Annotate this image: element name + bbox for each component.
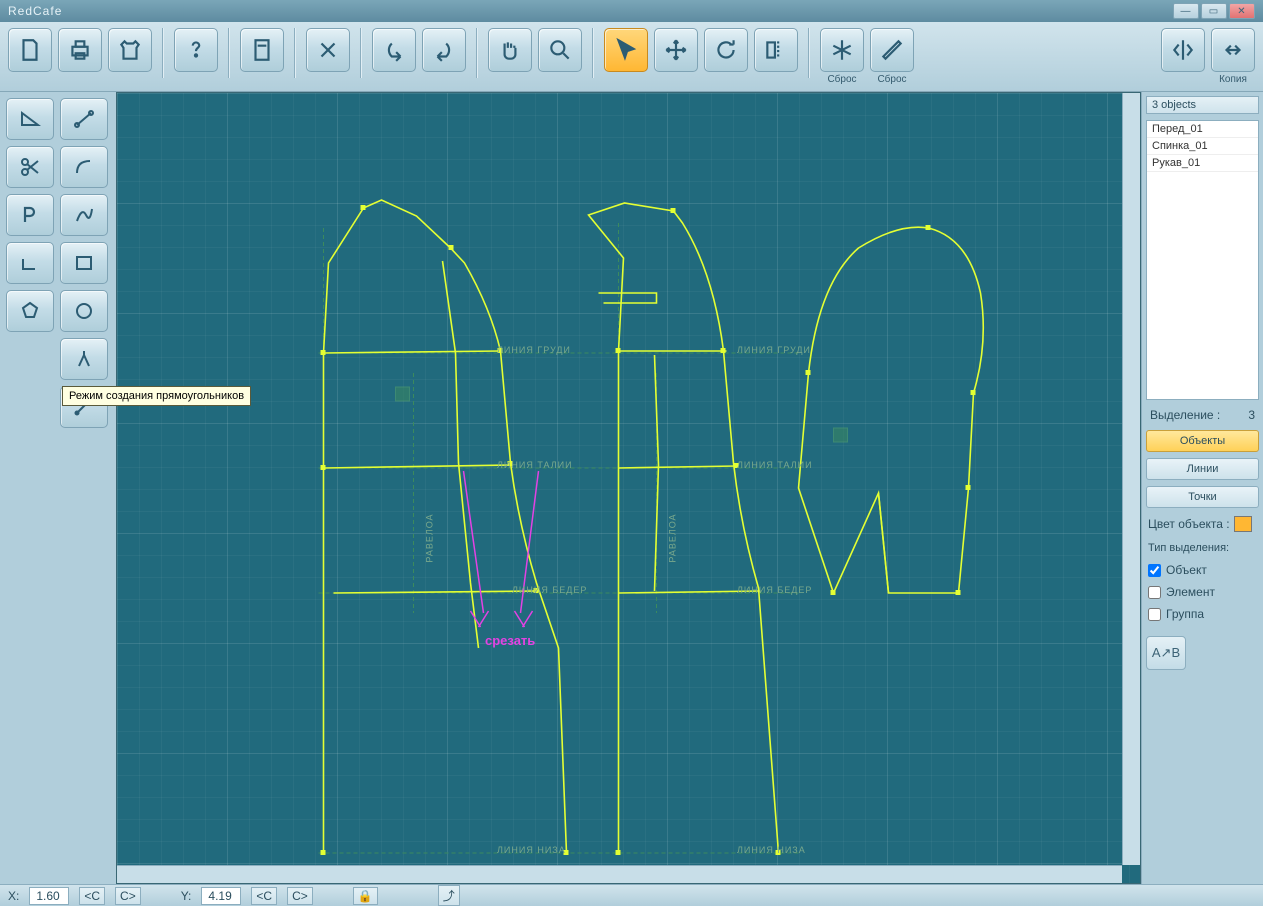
- left-toolbar: [0, 92, 116, 884]
- reset-axes-button[interactable]: [820, 28, 864, 72]
- snap-icon[interactable]: ⤴: [438, 885, 460, 906]
- ab-rename-button[interactable]: A↗B: [1146, 636, 1186, 670]
- color-swatch[interactable]: [1234, 516, 1252, 532]
- chest-label-1: ЛИНИЯ ГРУДИ: [497, 345, 571, 355]
- x-label: X:: [8, 889, 19, 903]
- check-element[interactable]: Элемент: [1146, 584, 1259, 600]
- right-panel: 3 objects Перед_01 Спинка_01 Рукав_01 Вы…: [1141, 92, 1263, 884]
- reset1-label: Сброс: [827, 74, 856, 85]
- selection-label: Выделение :: [1150, 408, 1220, 422]
- undo-button[interactable]: [372, 28, 416, 72]
- compass-tool[interactable]: [60, 338, 108, 380]
- balance-label-1: РАВЕЛОА: [425, 513, 435, 562]
- pan-button[interactable]: [488, 28, 532, 72]
- cut-tool[interactable]: [6, 146, 54, 188]
- canvas[interactable]: ЛИНИЯ ГРУДИ ЛИНИЯ ГРУДИ ЛИНИЯ ТАЛИИ ЛИНИ…: [116, 92, 1141, 884]
- help-button[interactable]: [174, 28, 218, 72]
- split-v-button[interactable]: [1161, 28, 1205, 72]
- list-item[interactable]: Спинка_01: [1147, 138, 1258, 155]
- c-lt-x[interactable]: <C: [79, 887, 105, 905]
- move-button[interactable]: [654, 28, 698, 72]
- delete-button[interactable]: [306, 28, 350, 72]
- angle-tool[interactable]: [6, 98, 54, 140]
- check-group[interactable]: Группа: [1146, 606, 1259, 622]
- chest-label-2: ЛИНИЯ ГРУДИ: [737, 345, 811, 355]
- selection-type-label: Тип выделения:: [1146, 540, 1259, 556]
- bottom-label-2: ЛИНИЯ НИЗА: [737, 845, 806, 855]
- mirror-button[interactable]: [754, 28, 798, 72]
- hip-label-2: ЛИНИЯ БЕДЕР: [737, 585, 812, 595]
- lines-button[interactable]: Линии: [1146, 458, 1259, 480]
- y-value: 4.19: [201, 887, 241, 905]
- redo-button[interactable]: [422, 28, 466, 72]
- spline-tool[interactable]: [60, 194, 108, 236]
- selection-count: 3: [1248, 408, 1255, 422]
- garment-button[interactable]: [108, 28, 152, 72]
- text-p-tool[interactable]: [6, 194, 54, 236]
- rect-tooltip: Режим создания прямоугольников: [62, 386, 251, 406]
- copy-button[interactable]: [1211, 28, 1255, 72]
- scrollbar-horizontal[interactable]: [117, 865, 1122, 883]
- hip-label-1: ЛИНИЯ БЕДЕР: [512, 585, 587, 595]
- objects-count: 3 objects: [1146, 96, 1259, 114]
- scrollbar-vertical[interactable]: [1122, 93, 1140, 865]
- color-label: Цвет объекта :: [1148, 517, 1230, 531]
- minimize-button[interactable]: —: [1173, 3, 1199, 19]
- bottom-label-1: ЛИНИЯ НИЗА: [497, 845, 566, 855]
- object-list[interactable]: Перед_01 Спинка_01 Рукав_01: [1146, 120, 1259, 400]
- select-button[interactable]: [604, 28, 648, 72]
- points-button[interactable]: Точки: [1146, 486, 1259, 508]
- waist-label-1: ЛИНИЯ ТАЛИИ: [497, 460, 573, 470]
- list-item[interactable]: Перед_01: [1147, 121, 1258, 138]
- x-value: 1.60: [29, 887, 69, 905]
- statusbar: X: 1.60 <C C> Y: 4.19 <C C> 🔒 ⤴: [0, 884, 1263, 906]
- cut-annotation: срезать: [485, 633, 535, 648]
- waist-label-2: ЛИНИЯ ТАЛИИ: [737, 460, 813, 470]
- copy-label: Копия: [1219, 74, 1247, 85]
- lock-icon[interactable]: 🔒: [353, 887, 378, 905]
- line-tool[interactable]: [60, 98, 108, 140]
- corner-tool[interactable]: [6, 242, 54, 284]
- reset2-label: Сброс: [877, 74, 906, 85]
- rect-tool[interactable]: [60, 242, 108, 284]
- reset-ruler-button[interactable]: [870, 28, 914, 72]
- close-button[interactable]: ✕: [1229, 3, 1255, 19]
- new-file-button[interactable]: [8, 28, 52, 72]
- calculator-button[interactable]: [240, 28, 284, 72]
- shape-tool[interactable]: [6, 290, 54, 332]
- balance-label-2: РАВЕЛОА: [668, 513, 678, 562]
- c-gt-x[interactable]: C>: [115, 887, 141, 905]
- list-item[interactable]: Рукав_01: [1147, 155, 1258, 172]
- main-toolbar: Сброс Сброс Копия: [0, 22, 1263, 92]
- circle-tool[interactable]: [60, 290, 108, 332]
- objects-button[interactable]: Объекты: [1146, 430, 1259, 452]
- c-gt-y[interactable]: C>: [287, 887, 313, 905]
- print-button[interactable]: [58, 28, 102, 72]
- app-title: RedCafe: [8, 4, 62, 18]
- rotate-button[interactable]: [704, 28, 748, 72]
- maximize-button[interactable]: ▭: [1201, 3, 1227, 19]
- check-object[interactable]: Объект: [1146, 562, 1259, 578]
- zoom-button[interactable]: [538, 28, 582, 72]
- c-lt-y[interactable]: <C: [251, 887, 277, 905]
- arc-tool[interactable]: [60, 146, 108, 188]
- y-label: Y:: [181, 889, 192, 903]
